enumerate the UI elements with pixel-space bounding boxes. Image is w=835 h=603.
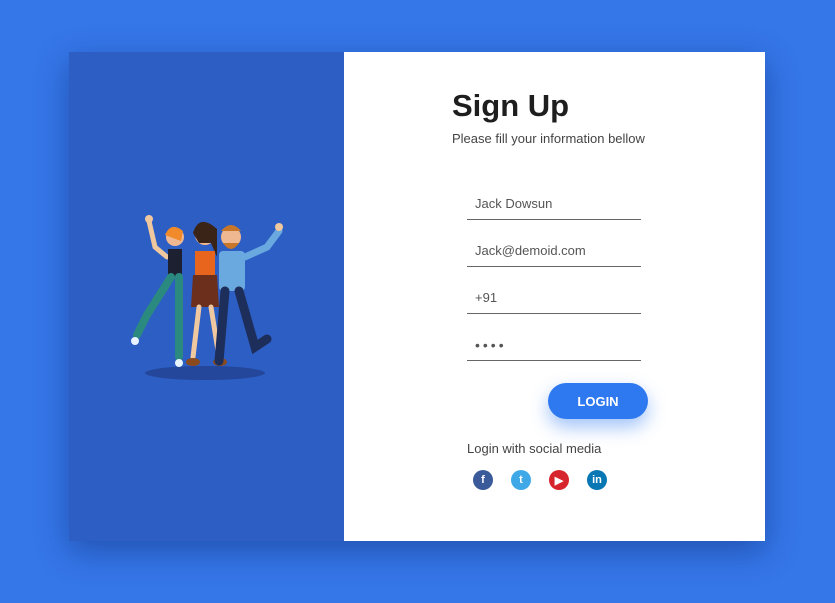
twitter-icon[interactable]: t xyxy=(511,470,531,490)
linkedin-icon[interactable]: in xyxy=(587,470,607,490)
page-title: Sign Up xyxy=(452,88,570,123)
page-subtitle: Please fill your information bellow xyxy=(452,131,645,146)
name-field[interactable] xyxy=(467,188,641,220)
phone-field[interactable] xyxy=(467,282,641,314)
facebook-icon[interactable]: f xyxy=(473,470,493,490)
social-login-label: Login with social media xyxy=(467,441,602,456)
illustration-panel xyxy=(69,52,344,541)
signup-card: Sign Up Please fill your information bel… xyxy=(69,52,765,541)
form-panel: Sign Up Please fill your information bel… xyxy=(344,52,765,541)
youtube-icon[interactable]: ▶ xyxy=(549,470,569,490)
password-field[interactable] xyxy=(467,329,641,361)
social-icons: f t ▶ in xyxy=(473,470,607,490)
friends-illustration xyxy=(131,215,283,380)
email-field[interactable] xyxy=(467,235,641,267)
login-button[interactable]: LOGIN xyxy=(548,383,648,419)
